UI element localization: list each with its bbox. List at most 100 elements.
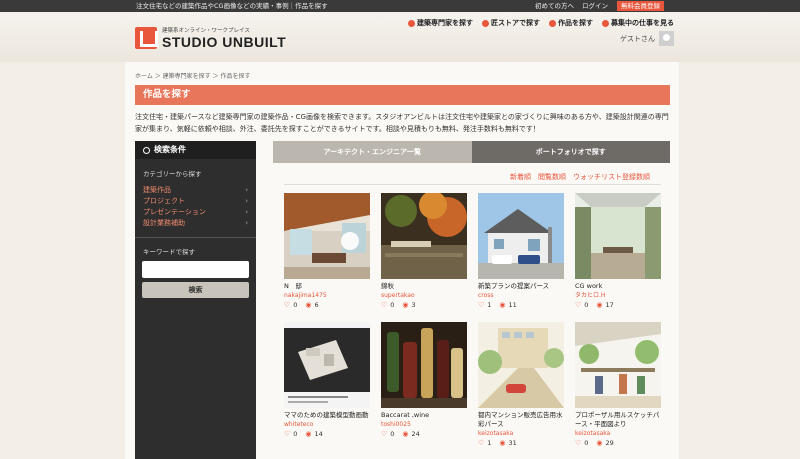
work-author[interactable]: タカヒロ.H	[575, 291, 661, 300]
avatar-icon	[659, 31, 674, 46]
work-title[interactable]: Baccarat ,wine	[381, 411, 467, 420]
work-title[interactable]: CG work	[575, 282, 661, 291]
eye-icon: ◉	[305, 301, 312, 309]
work-author[interactable]: whiteteco	[284, 420, 370, 429]
work-thumbnail[interactable]	[381, 193, 467, 279]
work-thumbnail[interactable]	[478, 193, 564, 279]
work-title[interactable]: 新築プランの提案パース	[478, 282, 564, 291]
work-title[interactable]: プロポーザル用ルスケッチパース・平面図より	[575, 411, 661, 429]
heart-icon: ♡	[381, 301, 388, 309]
store-icon	[482, 19, 489, 27]
page-title: 作品を探す	[135, 85, 670, 105]
divider	[284, 184, 661, 185]
works-icon	[549, 19, 556, 27]
work-card[interactable]: 都内マンション販売広告用水彩パース keizotasaka ♡ 1 ◉ 31	[478, 322, 564, 447]
nav-find-works[interactable]: 作品を探す	[549, 18, 593, 28]
site-tagline: 注文住宅などの建築作品やCG画像などの実績・事例｜作品を探す	[136, 2, 328, 10]
heart-icon: ♡	[284, 301, 291, 309]
work-title[interactable]: 錦秋	[381, 282, 467, 291]
first-time-link[interactable]: 初めての方へ	[535, 0, 574, 12]
nav-find-experts[interactable]: 建築専門家を探す	[408, 18, 473, 28]
work-card[interactable]: 新築プランの提案パース cross ♡ 1 ◉ 11	[478, 193, 564, 309]
work-stats: ♡ 0 ◉ 3	[381, 301, 416, 309]
top-bar: 注文住宅などの建築作品やCG画像などの実績・事例｜作品を探す 初めての方へ ログ…	[0, 0, 800, 12]
chevron-right-icon: ›	[245, 186, 248, 194]
eye-icon: ◉	[499, 439, 506, 447]
work-thumbnail[interactable]	[284, 322, 370, 408]
search-icon	[143, 146, 150, 154]
work-card[interactable]: プロポーザル用ルスケッチパース・平面図より keizotasaka ♡ 0 ◉ 29	[575, 322, 661, 447]
listing-tabs: アーキテクト・エンジニア一覧 ポートフォリオで探す	[273, 141, 670, 163]
work-author[interactable]: supertakao	[381, 291, 467, 300]
nav-store[interactable]: 匠ストアで探す	[482, 18, 540, 28]
register-button[interactable]: 無料会員登録	[617, 1, 664, 11]
eye-icon: ◉	[499, 301, 506, 309]
tab-portfolio[interactable]: ポートフォリオで探す	[471, 141, 670, 163]
work-author[interactable]: toshi0025	[381, 420, 467, 429]
work-thumbnail[interactable]	[575, 322, 661, 408]
category-list: 建築作品 › プロジェクト › プレゼンテーション › 設計業務補助 ›	[135, 185, 256, 229]
work-card[interactable]: 錦秋 supertakao ♡ 0 ◉ 3	[381, 193, 467, 309]
eye-icon: ◉	[402, 301, 409, 309]
heart-icon: ♡	[575, 439, 582, 447]
chevron-right-icon: ›	[245, 197, 248, 205]
eye-icon: ◉	[596, 301, 603, 309]
heart-icon: ♡	[381, 430, 388, 438]
category-item-projects[interactable]: プロジェクト ›	[135, 196, 256, 207]
work-card[interactable]: N 邸 nakajima1475 ♡ 0 ◉ 6	[284, 193, 370, 309]
heart-icon: ♡	[478, 439, 485, 447]
sort-options: 新着順 閲覧数順 ウォッチリスト登録数順	[510, 172, 650, 182]
sort-watchlist[interactable]: ウォッチリスト登録数順	[573, 172, 650, 182]
work-thumbnail[interactable]	[575, 193, 661, 279]
eye-icon: ◉	[305, 430, 312, 438]
work-title[interactable]: 都内マンション販売広告用水彩パース	[478, 411, 564, 429]
work-card[interactable]: ママのための建築模型動画動 whiteteco ♡ 0 ◉ 14	[284, 322, 370, 438]
guest-user[interactable]: ゲストさん	[620, 31, 674, 46]
tab-architect-list[interactable]: アーキテクト・エンジニア一覧	[273, 141, 472, 163]
person-icon	[408, 19, 415, 27]
work-title[interactable]: N 邸	[284, 282, 370, 291]
category-label: カテゴリーから探す	[143, 170, 202, 178]
category-item-presentation[interactable]: プレゼンテーション ›	[135, 207, 256, 218]
work-author[interactable]: keizotasaka	[478, 429, 564, 438]
work-stats: ♡ 0 ◉ 24	[381, 430, 420, 438]
site-logo[interactable]: 建築系オンライン・ワークプレイス STUDIO UNBUILT	[135, 26, 286, 50]
eye-icon: ◉	[402, 430, 409, 438]
work-author[interactable]: keizotasaka	[575, 429, 661, 438]
breadcrumb[interactable]: ホーム ＞ 建築専門家を探す ＞ 作品を探す	[135, 71, 250, 80]
eye-icon: ◉	[596, 439, 603, 447]
work-stats: ♡ 0 ◉ 14	[284, 430, 323, 438]
sort-views[interactable]: 閲覧数順	[538, 172, 566, 182]
work-thumbnail[interactable]	[284, 193, 370, 279]
heart-icon: ♡	[575, 301, 582, 309]
work-stats: ♡ 1 ◉ 11	[478, 301, 517, 309]
keyword-input[interactable]	[142, 261, 249, 278]
work-thumbnail[interactable]	[478, 322, 564, 408]
login-link[interactable]: ログイン	[582, 0, 608, 12]
sort-newest[interactable]: 新着順	[510, 172, 531, 182]
briefcase-icon	[602, 19, 609, 27]
search-sidebar: 検索条件 カテゴリーから探す 建築作品 › プロジェクト › プレゼンテーション › …	[135, 141, 256, 459]
work-author[interactable]: cross	[478, 291, 564, 300]
work-stats: ♡ 1 ◉ 31	[478, 439, 517, 447]
chevron-right-icon: ›	[245, 219, 248, 227]
work-title[interactable]: ママのための建築模型動画動	[284, 411, 370, 420]
category-item-design-support[interactable]: 設計業務補助 ›	[135, 218, 256, 229]
work-author[interactable]: nakajima1475	[284, 291, 370, 300]
chevron-right-icon: ›	[245, 208, 248, 216]
work-thumbnail[interactable]	[381, 322, 467, 408]
heart-icon: ♡	[478, 301, 485, 309]
category-item-works[interactable]: 建築作品 ›	[135, 185, 256, 196]
sidebar-heading: 検索条件	[135, 141, 256, 159]
logo-mark-icon	[135, 27, 158, 49]
heart-icon: ♡	[284, 430, 291, 438]
work-stats: ♡ 0 ◉ 29	[575, 439, 614, 447]
intro-text: 注文住宅・建築パースなど建築専門家の建築作品・CG画像を検索できます。スタジオア…	[135, 113, 669, 133]
work-card[interactable]: CG work タカヒロ.H ♡ 0 ◉ 17	[575, 193, 661, 309]
guest-label: ゲストさん	[620, 34, 655, 43]
work-stats: ♡ 0 ◉ 6	[284, 301, 319, 309]
work-card[interactable]: Baccarat ,wine toshi0025 ♡ 0 ◉ 24	[381, 322, 467, 438]
site-header: 建築系オンライン・ワークプレイス STUDIO UNBUILT 建築専門家を探す…	[0, 12, 800, 62]
search-button[interactable]: 検索	[142, 282, 249, 298]
nav-open-jobs[interactable]: 募集中の仕事を見る	[602, 18, 674, 28]
